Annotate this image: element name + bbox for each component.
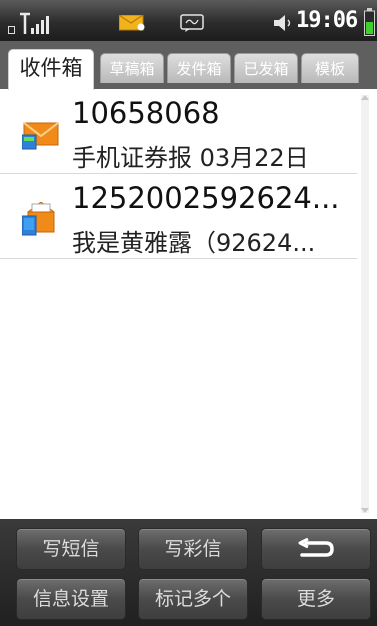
mark-multiple-button[interactable]: 标记多个 [138,578,248,620]
message-sender: 10658068 [72,96,220,130]
sms-icon [180,14,206,32]
battery-icon [364,8,375,36]
back-arrow-icon [298,537,334,557]
unread-message-envelope-icon [21,117,60,151]
tab-templates[interactable]: 模板 [301,53,359,83]
volume-icon [272,14,294,32]
message-preview: 手机证券报 03月22日 [72,144,309,172]
network-type-icon [8,26,15,34]
tab-inbox[interactable]: 收件箱 [8,49,94,90]
scroll-up-arrow-icon[interactable] [361,95,369,100]
tab-sent[interactable]: 已发箱 [234,53,298,83]
write-sms-button[interactable]: 写短信 [16,528,126,570]
bottom-toolbar: 写短信 写彩信 信息设置 标记多个 更多 [0,519,377,626]
tab-outbox[interactable]: 发件箱 [167,53,231,83]
back-button[interactable] [261,528,371,570]
message-list: 10658068 手机证券报 03月22日 1252002592624... 我… [0,89,377,519]
list-item[interactable]: 10658068 手机证券报 03月22日 [0,89,357,174]
tab-drafts[interactable]: 草稿箱 [100,53,164,83]
new-mail-icon [118,14,145,31]
write-mms-button[interactable]: 写彩信 [138,528,248,570]
message-preview: 我是黄雅露（92624... [72,229,316,257]
message-sender: 1252002592624... [72,181,340,215]
folder-tabs: 收件箱 草稿箱 发件箱 已发箱 模板 [0,41,377,90]
message-settings-button[interactable]: 信息设置 [16,578,126,620]
scroll-down-arrow-icon[interactable] [361,508,369,513]
list-item[interactable]: 1252002592624... 我是黄雅露（92624... [0,174,357,259]
scrollbar[interactable] [361,95,369,513]
mms-envelope-icon [21,201,60,236]
status-bar: 19:06 [0,0,377,41]
messaging-screen: 19:06 收件箱 草稿箱 发件箱 已发箱 模板 10658068 手机证券报 … [0,0,377,626]
more-button[interactable]: 更多 [261,578,371,620]
signal-strength-icon [20,12,50,36]
clock: 19:06 [296,8,358,33]
